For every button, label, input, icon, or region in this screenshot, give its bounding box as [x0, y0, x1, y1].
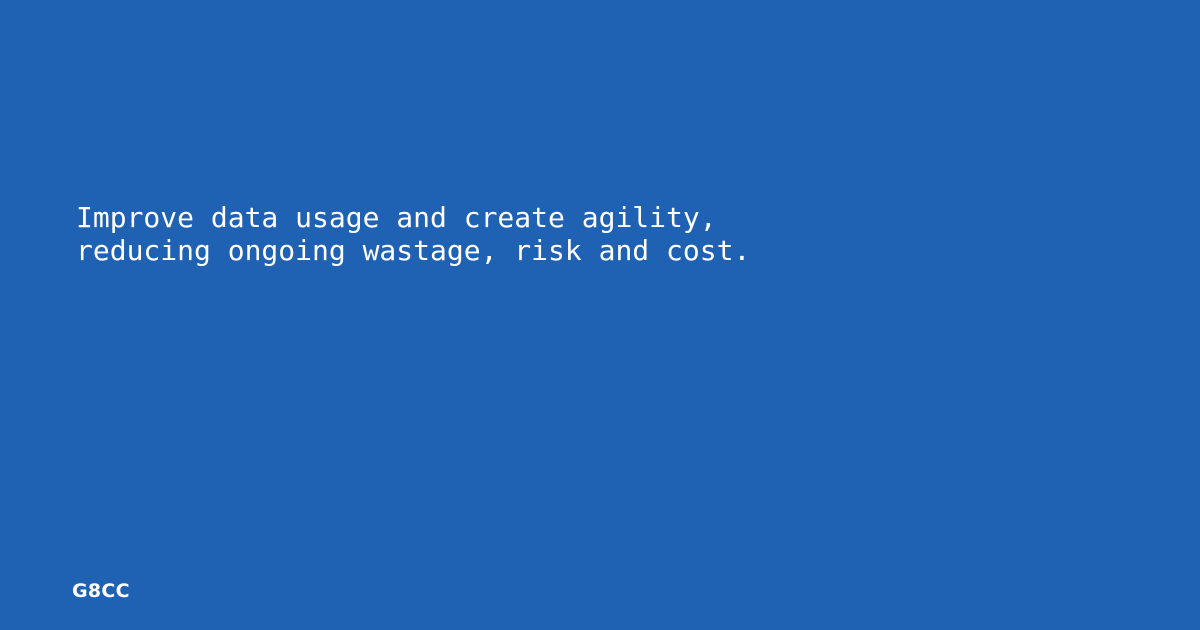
social-card: Improve data usage and create agility, r… — [0, 0, 1200, 630]
brand-label: G8CC — [72, 580, 130, 602]
headline-line-1: Improve data usage and create agility, — [76, 201, 717, 234]
headline: Improve data usage and create agility, r… — [76, 201, 1116, 267]
headline-line-2: reducing ongoing wastage, risk and cost. — [76, 234, 751, 267]
